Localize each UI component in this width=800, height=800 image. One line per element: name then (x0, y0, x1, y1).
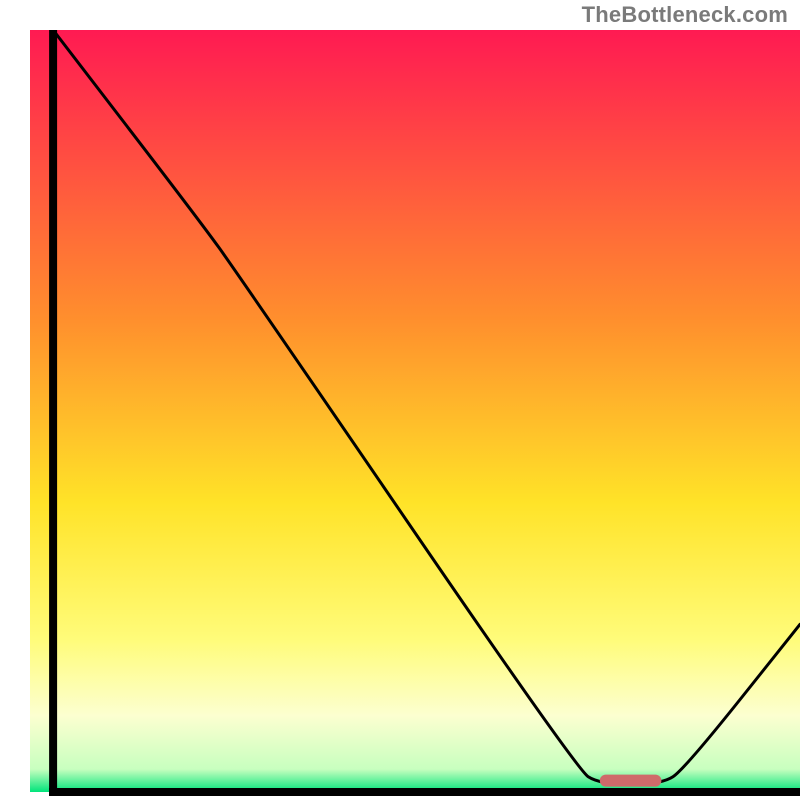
gradient-background (30, 30, 800, 792)
chart-container: { "attribution": "TheBottleneck.com", "c… (0, 0, 800, 800)
bottleneck-chart (0, 0, 800, 800)
optimal-range-marker (600, 775, 662, 787)
